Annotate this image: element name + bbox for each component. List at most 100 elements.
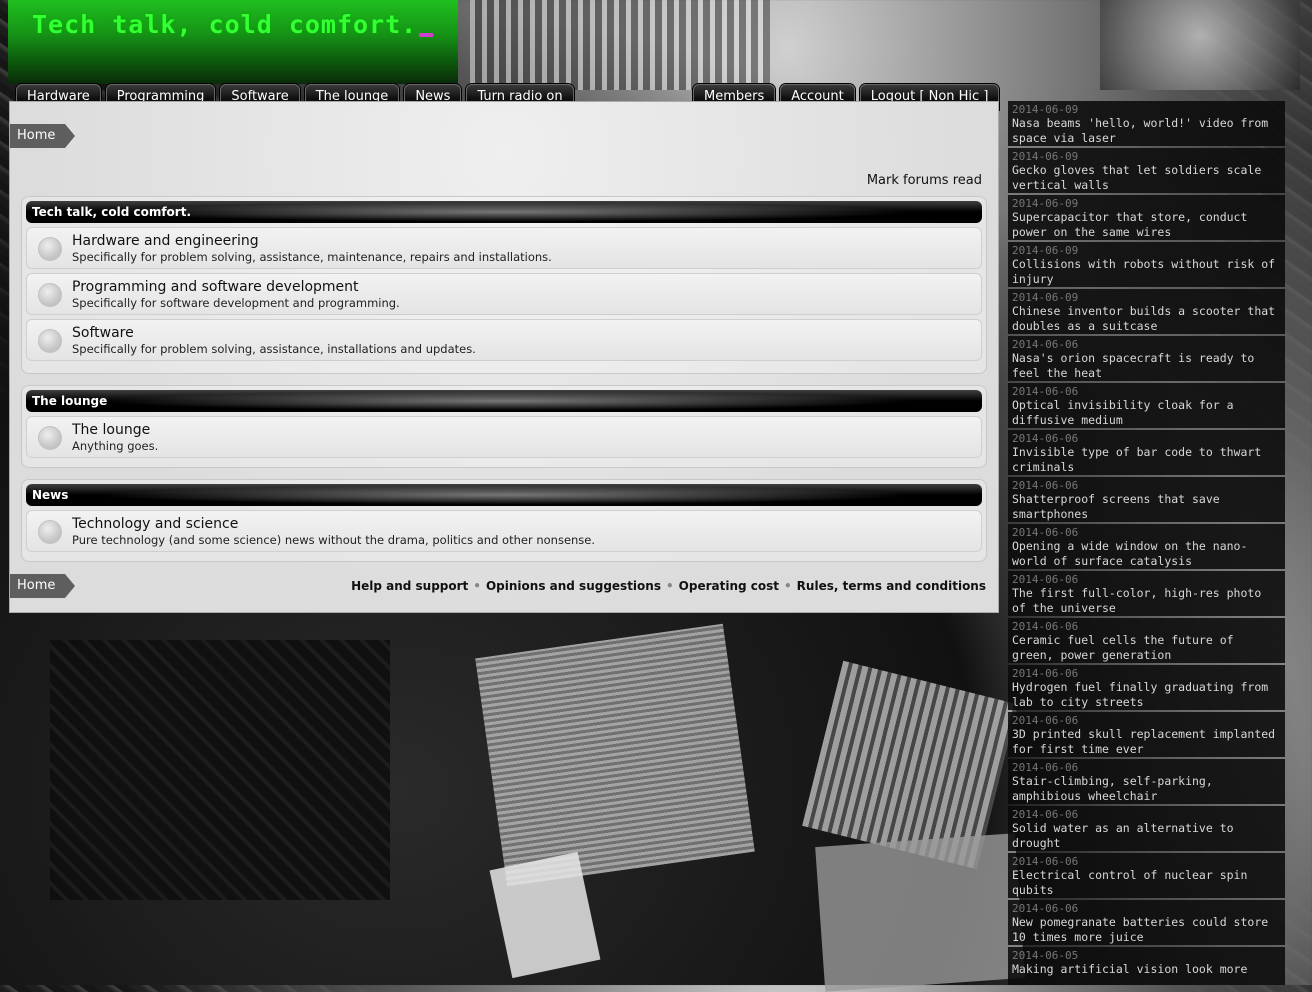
forum-title[interactable]: Software <box>72 325 134 341</box>
site-logo[interactable]: Tech talk, cold comfort. <box>8 0 458 84</box>
mark-forums-read-link[interactable]: Mark forums read <box>867 173 982 188</box>
news-item[interactable]: 2014-06-06 Hydrogen fuel finally graduati… <box>1008 665 1285 710</box>
separator-dot: • <box>473 579 481 593</box>
category-block: Tech talk, cold comfort. Hardware and en… <box>21 196 987 374</box>
news-item[interactable]: 2014-06-05 Making artificial vision look … <box>1008 947 1285 985</box>
news-item[interactable]: 2014-06-06 3D printed skull replacement i… <box>1008 712 1285 757</box>
news-date: 2014-06-09 <box>1012 244 1079 257</box>
news-title[interactable]: 3D printed skull replacement implanted f… <box>1012 727 1281 756</box>
news-title[interactable]: Shatterproof screens that save smartphon… <box>1012 492 1281 521</box>
forum-title[interactable]: Programming and software development <box>72 279 359 295</box>
news-title[interactable]: Nasa's orion spacecraft is ready to feel… <box>1012 351 1281 380</box>
forum-read-status-icon <box>38 237 62 261</box>
news-date: 2014-06-06 <box>1012 526 1079 539</box>
news-title[interactable]: Solid water as an alternative to drought <box>1012 821 1281 850</box>
news-date: 2014-06-06 <box>1012 855 1079 868</box>
news-title[interactable]: Gecko gloves that let soldiers scale ver… <box>1012 163 1281 192</box>
footer-link-opinions[interactable]: Opinions and suggestions <box>486 579 661 593</box>
footer-link-help[interactable]: Help and support <box>351 579 468 593</box>
news-item[interactable]: 2014-06-06 Ceramic fuel cells the future … <box>1008 618 1285 663</box>
forum-row[interactable]: Hardware and engineering Specifically fo… <box>26 227 982 269</box>
news-item[interactable]: 2014-06-06 Invisible type of bar code to … <box>1008 430 1285 475</box>
footer-link-operating-cost[interactable]: Operating cost <box>679 579 779 593</box>
category-header[interactable]: News <box>26 484 982 506</box>
news-title[interactable]: Opening a wide window on the nano-world … <box>1012 539 1281 568</box>
news-date: 2014-06-05 <box>1012 949 1079 962</box>
news-item[interactable]: 2014-06-06 Stair-climbing, self-parking, … <box>1008 759 1285 804</box>
news-item[interactable]: 2014-06-06 New pomegranate batteries coul… <box>1008 900 1285 945</box>
category-header[interactable]: Tech talk, cold comfort. <box>26 201 982 223</box>
news-date: 2014-06-06 <box>1012 902 1079 915</box>
site-title: Tech talk, cold comfort. <box>32 10 434 39</box>
news-date: 2014-06-06 <box>1012 432 1079 445</box>
news-item[interactable]: 2014-06-06 Nasa's orion spacecraft is rea… <box>1008 336 1285 381</box>
news-item[interactable]: 2014-06-06 Shatterproof screens that save… <box>1008 477 1285 522</box>
news-date: 2014-06-06 <box>1012 667 1079 680</box>
news-item[interactable]: 2014-06-06 Electrical control of nuclear … <box>1008 853 1285 898</box>
forum-description: Specifically for problem solving, assist… <box>72 250 552 264</box>
news-item[interactable]: 2014-06-09 Nasa beams 'hello, world!' vid… <box>1008 101 1285 146</box>
forum-description: Anything goes. <box>72 439 159 453</box>
news-title[interactable]: Collisions with robots without risk of i… <box>1012 257 1281 286</box>
blinking-cursor-icon <box>419 33 434 37</box>
news-title[interactable]: Optical invisibility cloak for a diffusi… <box>1012 398 1281 427</box>
news-title[interactable]: The first full-color, high-res photo of … <box>1012 586 1281 615</box>
breadcrumb-home[interactable]: Home <box>10 124 76 148</box>
footer-links: Help and support • Opinions and suggesti… <box>351 579 986 593</box>
news-title[interactable]: Chinese inventor builds a scooter that d… <box>1012 304 1281 333</box>
news-title[interactable]: Ceramic fuel cells the future of green, … <box>1012 633 1281 662</box>
news-date: 2014-06-06 <box>1012 808 1079 821</box>
forum-title[interactable]: Hardware and engineering <box>72 233 259 249</box>
forum-description: Specifically for problem solving, assist… <box>72 342 476 356</box>
category-block: The lounge The lounge Anything goes. <box>21 385 987 468</box>
background-photo-paper <box>489 851 601 979</box>
background-photo-dark <box>50 640 390 900</box>
news-title[interactable]: Hydrogen fuel finally graduating from la… <box>1012 680 1281 709</box>
news-date: 2014-06-06 <box>1012 338 1079 351</box>
news-item[interactable]: 2014-06-06 The first full-color, high-res… <box>1008 571 1285 616</box>
news-item[interactable]: 2014-06-06 Optical invisibility cloak for… <box>1008 383 1285 428</box>
news-item[interactable]: 2014-06-09 Gecko gloves that let soldiers… <box>1008 148 1285 193</box>
forum-row[interactable]: Technology and science Pure technology (… <box>26 510 982 552</box>
forum-title[interactable]: The lounge <box>72 422 150 438</box>
news-date: 2014-06-06 <box>1012 479 1079 492</box>
news-date: 2014-06-06 <box>1012 573 1079 586</box>
category-header[interactable]: The lounge <box>26 390 982 412</box>
forum-description: Pure technology (and some science) news … <box>72 533 596 547</box>
news-title[interactable]: Supercapacitor that store, conduct power… <box>1012 210 1281 239</box>
footer-link-rules[interactable]: Rules, terms and conditions <box>797 579 986 593</box>
forum-title[interactable]: Technology and science <box>72 516 238 532</box>
separator-dot: • <box>784 579 792 593</box>
forum-read-status-icon <box>38 283 62 307</box>
news-item[interactable]: 2014-06-06 Solid water as an alternative … <box>1008 806 1285 851</box>
breadcrumb-home-bottom[interactable]: Home <box>10 574 76 598</box>
news-date: 2014-06-06 <box>1012 761 1079 774</box>
news-title[interactable]: Stair-climbing, self-parking, amphibious… <box>1012 774 1281 803</box>
forum-index-panel: Home Mark forums read Tech talk, cold co… <box>9 101 999 613</box>
forum-description: Specifically for software development an… <box>72 296 400 310</box>
news-date: 2014-06-09 <box>1012 103 1079 116</box>
background-photo-board <box>470 0 770 90</box>
news-date: 2014-06-06 <box>1012 385 1079 398</box>
forum-row[interactable]: Programming and software development Spe… <box>26 273 982 315</box>
news-title[interactable]: New pomegranate batteries could store 10… <box>1012 915 1281 944</box>
category-block: News Technology and science Pure technol… <box>21 479 987 562</box>
news-item[interactable]: 2014-06-09 Chinese inventor builds a scoo… <box>1008 289 1285 334</box>
forum-read-status-icon <box>38 520 62 544</box>
forum-read-status-icon <box>38 426 62 450</box>
forum-row[interactable]: The lounge Anything goes. <box>26 416 982 458</box>
news-title[interactable]: Electrical control of nuclear spin qubit… <box>1012 868 1281 897</box>
news-title[interactable]: Nasa beams 'hello, world!' video from sp… <box>1012 116 1281 145</box>
news-item[interactable]: 2014-06-06 Opening a wide window on the n… <box>1008 524 1285 569</box>
forum-read-status-icon <box>38 329 62 353</box>
forum-row[interactable]: Software Specifically for problem solvin… <box>26 319 982 361</box>
news-date: 2014-06-09 <box>1012 150 1079 163</box>
news-date: 2014-06-09 <box>1012 291 1079 304</box>
news-sidebar: 2014-06-09 Nasa beams 'hello, world!' vid… <box>1008 101 1285 985</box>
news-item[interactable]: 2014-06-09 Supercapacitor that store, con… <box>1008 195 1285 240</box>
news-title[interactable]: Invisible type of bar code to thwart cri… <box>1012 445 1281 474</box>
background-photo-cardboard <box>815 833 1025 992</box>
news-title[interactable]: Making artificial vision look more <box>1012 962 1281 977</box>
news-date: 2014-06-06 <box>1012 714 1079 727</box>
news-item[interactable]: 2014-06-09 Collisions with robots without… <box>1008 242 1285 287</box>
